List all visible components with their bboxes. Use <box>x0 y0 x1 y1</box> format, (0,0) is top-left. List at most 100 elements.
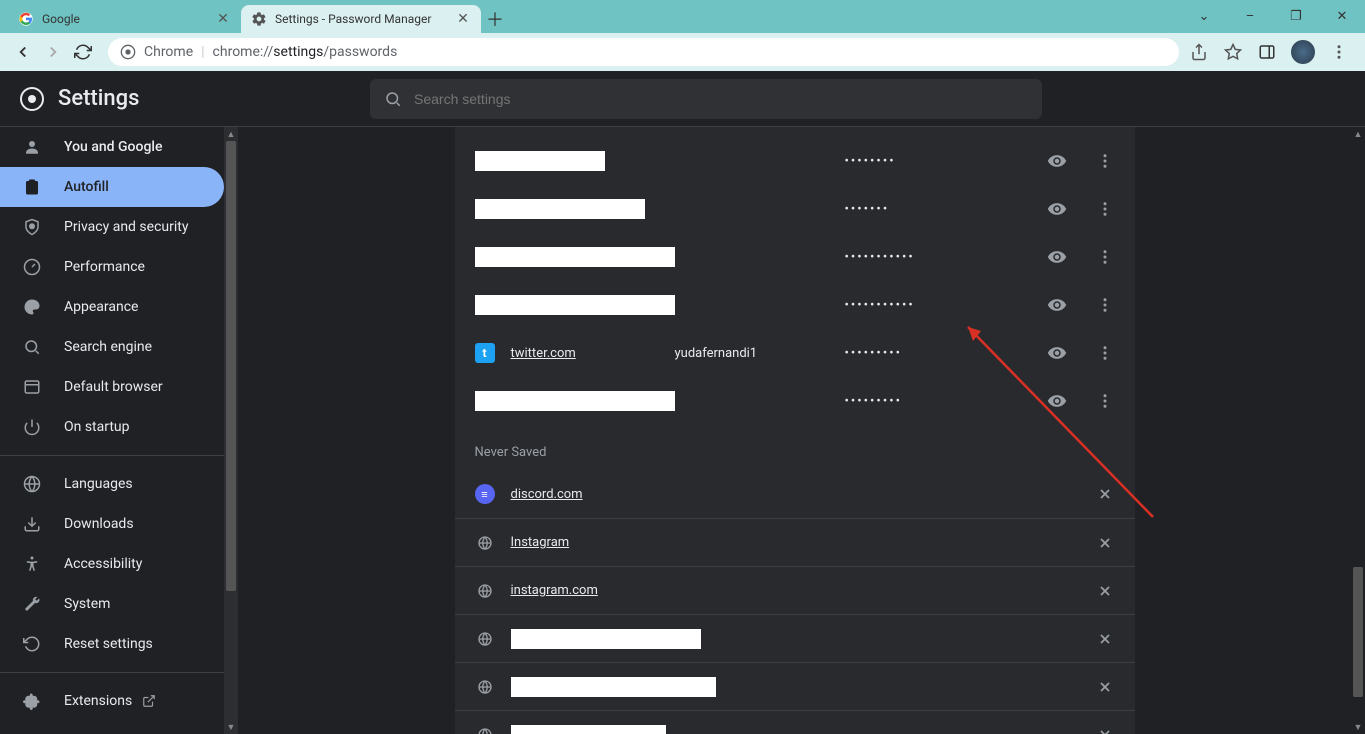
password-dots: ••••••••••• <box>845 298 1025 313</box>
address-bar-actions <box>1189 40 1357 64</box>
globe-icon <box>475 725 495 734</box>
password-dots: ••••••••••• <box>845 250 1025 265</box>
sidebar-item-search-engine[interactable]: Search engine <box>0 327 224 367</box>
new-tab-button[interactable]: ＋ <box>481 5 509 33</box>
remove-button[interactable] <box>1095 629 1115 649</box>
sidebar-item-you-and-google[interactable]: You and Google <box>0 127 224 167</box>
scroll-thumb[interactable] <box>226 141 236 591</box>
url-box[interactable]: Chrome | chrome://settings/passwords <box>108 38 1179 66</box>
remove-button[interactable] <box>1095 484 1115 504</box>
close-window-button[interactable]: ✕ <box>1319 0 1365 33</box>
tab-settings[interactable]: Settings - Password Manager ✕ <box>241 5 481 33</box>
show-password-button[interactable] <box>1047 247 1067 267</box>
sidebar-item-on-startup[interactable]: On startup <box>0 407 224 447</box>
gear-icon <box>251 11 267 27</box>
sidebar-item-label: Performance <box>64 259 145 275</box>
forward-button[interactable] <box>38 37 68 67</box>
passwords-card: •••••••••••••••••••••••••••••••••••••ttw… <box>455 127 1135 734</box>
show-password-button[interactable] <box>1047 199 1067 219</box>
remove-button[interactable] <box>1095 677 1115 697</box>
site-link[interactable]: Instagram <box>511 535 570 550</box>
scroll-thumb[interactable] <box>1353 567 1363 697</box>
scroll-down-icon[interactable]: ▼ <box>1351 720 1365 734</box>
google-favicon <box>18 11 34 27</box>
sidebar-scrollbar[interactable]: ▲ ▼ <box>224 127 238 734</box>
more-actions-button[interactable] <box>1095 199 1115 219</box>
never-saved-site: ≡discord.com <box>475 484 1095 504</box>
site-link[interactable]: discord.com <box>511 487 583 502</box>
sidebar-item-reset-settings[interactable]: Reset settings <box>0 624 224 664</box>
menu-icon[interactable] <box>1329 42 1349 62</box>
never-saved-row <box>455 662 1135 710</box>
reload-button[interactable] <box>68 37 98 67</box>
more-actions-button[interactable] <box>1095 295 1115 315</box>
titlebar: Google ✕ Settings - Password Manager ✕ ＋… <box>0 0 1365 33</box>
search-settings-input[interactable] <box>414 91 1028 107</box>
close-tab-icon[interactable]: ✕ <box>215 11 231 27</box>
redacted-site <box>511 629 701 649</box>
sidebar-item-autofill[interactable]: Autofill <box>0 167 224 207</box>
more-actions-button[interactable] <box>1095 151 1115 171</box>
never-saved-row: instagram.com <box>455 566 1135 614</box>
sidebar-item-downloads[interactable]: Downloads <box>0 504 224 544</box>
site-link[interactable]: instagram.com <box>511 583 598 598</box>
chrome-logo-icon <box>20 87 44 111</box>
browser-icon <box>22 378 42 396</box>
sidebar-item-privacy-and-security[interactable]: Privacy and security <box>0 207 224 247</box>
password-row: •••••••• <box>455 137 1135 185</box>
show-password-button[interactable] <box>1047 295 1067 315</box>
never-saved-site: Instagram <box>475 533 1095 553</box>
sidebar-item-system[interactable]: System <box>0 584 224 624</box>
tab-google[interactable]: Google ✕ <box>8 5 241 33</box>
search-settings[interactable] <box>370 79 1042 119</box>
url-path: /passwords <box>323 44 397 60</box>
window-controls: ⌄ – ❐ ✕ <box>1181 0 1365 33</box>
sidebar-item-appearance[interactable]: Appearance <box>0 287 224 327</box>
sidebar-item-accessibility[interactable]: Accessibility <box>0 544 224 584</box>
sidebar-item-label: You and Google <box>64 139 162 155</box>
close-tab-icon[interactable]: ✕ <box>455 11 471 27</box>
remove-button[interactable] <box>1095 725 1115 734</box>
sidebar-item-performance[interactable]: Performance <box>0 247 224 287</box>
sidebar-item-label: Extensions <box>64 693 132 709</box>
minimize-button[interactable]: – <box>1227 0 1273 33</box>
share-icon[interactable] <box>1189 42 1209 62</box>
globe-icon <box>22 475 42 493</box>
back-button[interactable] <box>8 37 38 67</box>
scroll-up-icon[interactable]: ▲ <box>1351 127 1365 141</box>
show-password-button[interactable] <box>1047 151 1067 171</box>
sidebar-item-default-browser[interactable]: Default browser <box>0 367 224 407</box>
sidebar: You and Google AutofillPrivacy and securi… <box>0 127 238 734</box>
redacted-site <box>475 199 645 219</box>
chevron-down-icon[interactable]: ⌄ <box>1181 0 1227 33</box>
scroll-down-icon[interactable]: ▼ <box>224 720 238 734</box>
url-scheme: chrome:// <box>213 44 274 60</box>
sidebar-item-label: Downloads <box>64 516 134 532</box>
sidebar-item-languages[interactable]: Languages <box>0 464 224 504</box>
site-link[interactable]: twitter.com <box>511 346 576 361</box>
content-scrollbar[interactable]: ▲ ▼ <box>1351 127 1365 734</box>
sidebar-item-label: Languages <box>64 476 133 492</box>
remove-button[interactable] <box>1095 533 1115 553</box>
more-actions-button[interactable] <box>1095 343 1115 363</box>
scroll-up-icon[interactable]: ▲ <box>224 127 238 141</box>
redacted-site <box>475 247 675 267</box>
search-icon <box>22 338 42 356</box>
power-icon <box>22 418 42 436</box>
person-icon <box>22 138 42 156</box>
remove-button[interactable] <box>1095 581 1115 601</box>
more-actions-button[interactable] <box>1095 391 1115 411</box>
globe-icon <box>475 677 495 697</box>
sidebar-item-label: On startup <box>64 419 130 435</box>
more-actions-button[interactable] <box>1095 247 1115 267</box>
maximize-button[interactable]: ❐ <box>1273 0 1319 33</box>
bookmark-icon[interactable] <box>1223 42 1243 62</box>
show-password-button[interactable] <box>1047 343 1067 363</box>
sidebar-item-extensions[interactable]: Extensions <box>0 681 224 721</box>
side-panel-icon[interactable] <box>1257 42 1277 62</box>
speed-icon <box>22 258 42 276</box>
show-password-button[interactable] <box>1047 391 1067 411</box>
never-saved-site <box>475 677 1095 697</box>
profile-avatar[interactable] <box>1291 40 1315 64</box>
password-site <box>475 151 675 171</box>
